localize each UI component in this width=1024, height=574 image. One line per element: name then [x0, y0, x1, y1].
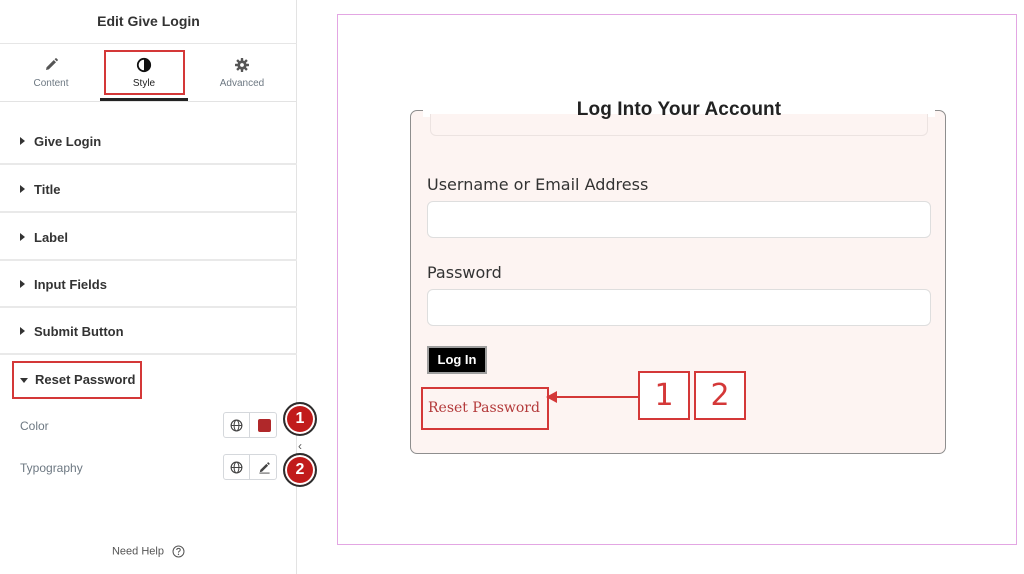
annotation-arrow-line	[555, 396, 638, 398]
annotation-highlight-style-tab	[104, 50, 185, 95]
typography-edit-button[interactable]	[251, 455, 277, 479]
form-title: Log Into Your Account	[576, 99, 782, 120]
color-label: Color	[20, 419, 49, 433]
section-reset-password[interactable]: Reset Password	[12, 361, 142, 399]
pencil-icon	[258, 461, 270, 474]
color-global-button[interactable]	[224, 413, 250, 437]
typography-control	[223, 454, 277, 480]
username-input[interactable]	[427, 201, 931, 238]
section-label: Input Fields	[34, 277, 107, 292]
caret-right-icon	[20, 232, 25, 241]
caret-right-icon	[20, 184, 25, 193]
section-label: Label	[34, 230, 68, 245]
tab-advanced[interactable]: Advanced	[193, 44, 291, 102]
question-circle-icon	[172, 545, 185, 558]
typography-global-button[interactable]	[224, 455, 250, 479]
caret-right-icon	[20, 326, 25, 335]
globe-icon	[230, 461, 243, 473]
editor-screen: Edit Give Login Content Style Advanced G…	[0, 0, 1024, 574]
annotation-callout-2: 2	[694, 371, 746, 420]
pencil-icon	[46, 58, 58, 70]
section-label: Submit Button	[34, 324, 124, 339]
section-input-fields[interactable]: Input Fields	[0, 261, 297, 308]
editor-panel: Edit Give Login Content Style Advanced G…	[0, 0, 317, 574]
gear-icon	[235, 58, 249, 72]
section-label-settings[interactable]: Label	[0, 214, 297, 261]
annotation-callout-1: 1	[638, 371, 690, 420]
section-label: Reset Password	[35, 372, 136, 387]
typography-label: Typography	[20, 461, 83, 475]
need-help-link[interactable]: Need Help	[0, 545, 297, 558]
annotation-badge-1: 1	[283, 402, 317, 436]
globe-icon	[230, 419, 243, 431]
active-tab-indicator	[100, 98, 188, 101]
login-button[interactable]: Log In	[427, 346, 487, 374]
section-label: Give Login	[34, 134, 102, 149]
color-swatch-button[interactable]	[251, 413, 277, 437]
annotation-arrow-head	[546, 391, 557, 403]
password-input[interactable]	[427, 289, 931, 326]
section-title[interactable]: Title	[0, 166, 297, 213]
section-label: Title	[34, 182, 61, 197]
caret-down-icon	[20, 378, 28, 383]
need-help-label: Need Help	[111, 545, 164, 558]
panel-tabs: Content Style Advanced	[0, 44, 297, 102]
preview-canvas: Log Into Your Account Username or Email …	[337, 14, 1017, 545]
username-label: Username or Email Address	[427, 175, 649, 194]
caret-right-icon	[20, 136, 25, 145]
section-give-login[interactable]: Give Login	[0, 118, 297, 165]
panel-title: Edit Give Login	[0, 0, 297, 44]
password-label: Password	[427, 263, 502, 282]
reset-password-link[interactable]: Reset Password	[428, 400, 540, 416]
tab-advanced-label: Advanced	[219, 78, 265, 89]
tab-style[interactable]: Style	[100, 44, 188, 102]
annotation-badge-2: 2	[283, 453, 317, 487]
annotation-highlight-reset-link: Reset Password	[421, 387, 549, 430]
color-control	[223, 412, 277, 438]
collapse-panel-button[interactable]: ‹	[298, 439, 302, 453]
tab-content-label: Content	[33, 78, 69, 89]
caret-right-icon	[20, 279, 25, 288]
section-submit-button[interactable]: Submit Button	[0, 308, 297, 355]
color-swatch	[257, 418, 271, 432]
tab-content[interactable]: Content	[2, 44, 100, 102]
